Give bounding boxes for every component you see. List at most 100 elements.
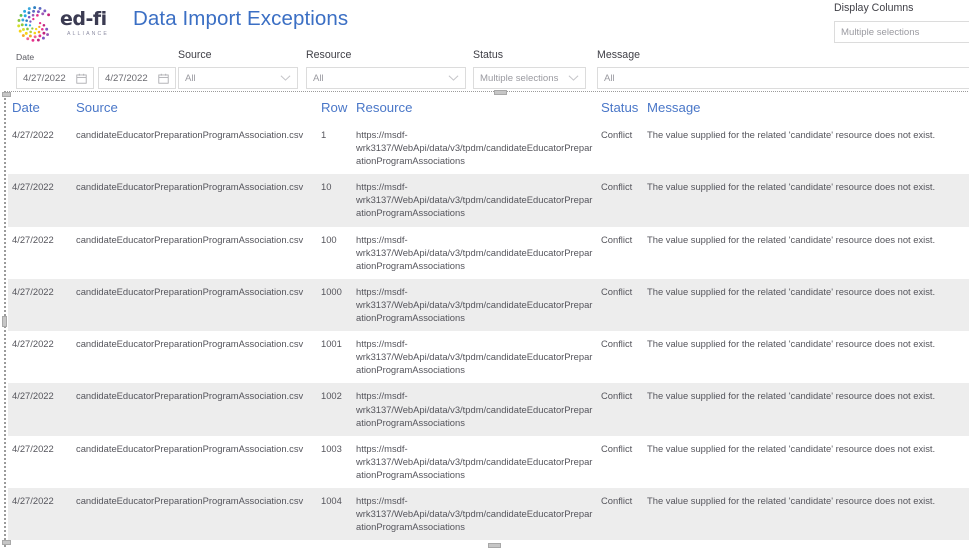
- cell-source: candidateEducatorPreparationProgramAssoc…: [76, 442, 304, 454]
- cell-source: candidateEducatorPreparationProgramAssoc…: [72, 383, 317, 436]
- status-filter-label: Status: [473, 49, 504, 61]
- cell-row: 100: [321, 233, 337, 245]
- cell-source: candidateEducatorPreparationProgramAssoc…: [72, 278, 317, 332]
- message-filter-label: Message: [597, 49, 640, 61]
- source-filter-dropdown[interactable]: All: [178, 67, 298, 89]
- cell-message: The value supplied for the related 'cand…: [643, 278, 969, 332]
- cell-message: The value supplied for the related 'cand…: [643, 487, 969, 541]
- cell-resource: https://msdf-wrk3137/WebApi/data/v3/tpdm…: [352, 383, 597, 436]
- table-row[interactable]: 4/27/2022candidateEducatorPreparationPro…: [8, 278, 969, 332]
- status-filter-dropdown[interactable]: Multiple selections: [473, 67, 586, 89]
- cell-date: 4/27/2022: [12, 129, 54, 140]
- table-row[interactable]: 4/27/2022candidateEducatorPreparationPro…: [8, 383, 969, 436]
- resource-filter-label: Resource: [306, 49, 352, 61]
- cell-message: The value supplied for the related 'cand…: [647, 233, 936, 245]
- table-row[interactable]: 4/27/2022candidateEducatorPreparationPro…: [8, 122, 969, 174]
- table-row[interactable]: 4/27/2022 candidateEducatorPreparationPro…: [8, 436, 969, 488]
- status-filter-value: Multiple selections: [480, 72, 559, 84]
- cell-date: 4/27/2022: [8, 174, 72, 227]
- cell-source: candidateEducatorPreparationProgramAssoc…: [72, 540, 317, 548]
- cell-row: 1003: [321, 442, 342, 454]
- report-page: ed-fi ALLIANCE Data Import Exceptions Di…: [0, 0, 969, 549]
- page-title: Data Import Exceptions: [133, 7, 349, 30]
- cell-row: 1005: [317, 540, 352, 548]
- chevron-down-icon: [280, 75, 291, 81]
- date-end-value: 4/27/2022: [105, 72, 148, 84]
- cell-resource: https://msdf-wrk3137/WebApi/data/v3/tpdm…: [356, 338, 593, 376]
- cell-message: The value supplied for the related 'cand…: [647, 442, 936, 454]
- table-row[interactable]: 4/27/2022candidateEducatorPreparationPro…: [8, 174, 969, 227]
- cell-date: 4/27/2022: [8, 487, 72, 541]
- resource-filter-dropdown[interactable]: All: [306, 67, 466, 89]
- cell-row: 10: [317, 174, 352, 227]
- calendar-icon: [76, 73, 87, 84]
- resize-handle-bottom-left[interactable]: [2, 540, 11, 545]
- cell-row: 1001: [321, 338, 342, 350]
- resize-handle-left[interactable]: [2, 316, 7, 327]
- cell-resource: https://msdf-wrk3137/WebApi/data/v3/tpdm…: [356, 442, 593, 480]
- cell-date: 4/27/2022: [8, 540, 72, 548]
- cell-source: candidateEducatorPreparationProgramAssoc…: [76, 338, 304, 350]
- cell-date: 4/27/2022: [8, 278, 72, 332]
- date-start-input[interactable]: 4/27/2022: [16, 67, 94, 89]
- display-columns-label: Display Columns: [834, 2, 914, 14]
- display-columns-value: Multiple selections: [841, 26, 920, 38]
- cell-message: The value supplied for the related 'cand…: [643, 174, 969, 227]
- column-header-source[interactable]: Source: [72, 96, 317, 122]
- cell-row: 1002: [317, 383, 352, 436]
- ed-fi-logo: ed-fi ALLIANCE: [14, 2, 126, 44]
- message-filter-value: All: [604, 72, 615, 84]
- calendar-icon: [158, 73, 169, 84]
- cell-status: Conflict: [601, 442, 633, 454]
- cell-row: 1004: [317, 487, 352, 541]
- table-row[interactable]: 4/27/2022 candidateEducatorPreparationPro…: [8, 331, 969, 383]
- display-columns-dropdown[interactable]: Multiple selections: [834, 21, 969, 43]
- cell-date: 4/27/2022: [8, 383, 72, 436]
- cell-source: candidateEducatorPreparationProgramAssoc…: [72, 487, 317, 541]
- table-header-row: Date Source Row Resource Status Message: [8, 96, 969, 122]
- resource-filter-value: All: [313, 72, 324, 84]
- date-end-input[interactable]: 4/27/2022: [98, 67, 176, 89]
- resize-handle-top[interactable]: [494, 90, 507, 95]
- cell-status: Conflict: [597, 174, 643, 227]
- column-header-message[interactable]: Message: [643, 96, 969, 122]
- cell-message: The value supplied for the related 'cand…: [643, 540, 969, 548]
- source-filter-label: Source: [178, 49, 212, 61]
- column-header-resource[interactable]: Resource: [352, 96, 597, 122]
- logo-subtitle: ALLIANCE: [67, 31, 109, 37]
- cell-message: The value supplied for the related 'cand…: [647, 129, 936, 140]
- cell-resource: https://msdf-wrk3137/WebApi/data/v3/tpdm…: [352, 487, 597, 541]
- column-header-row[interactable]: Row: [317, 96, 352, 122]
- cell-message: The value supplied for the related 'cand…: [643, 383, 969, 436]
- cell-date: 4/27/2022: [12, 338, 54, 350]
- cell-status: Conflict: [597, 540, 643, 548]
- cell-source: candidateEducatorPreparationProgramAssoc…: [76, 233, 304, 245]
- column-header-date[interactable]: Date: [8, 96, 72, 122]
- resize-handle-top-left[interactable]: [2, 92, 11, 97]
- table-row[interactable]: 4/27/2022candidateEducatorPreparationPro…: [8, 487, 969, 541]
- ed-fi-pinwheel-icon: [17, 6, 51, 42]
- cell-status: Conflict: [597, 383, 643, 436]
- cell-resource: https://msdf-wrk3137/WebApi/data/v3/tpdm…: [352, 540, 597, 548]
- cell-row: 1: [321, 129, 327, 140]
- cell-status: Conflict: [601, 129, 633, 140]
- message-filter-dropdown[interactable]: All: [597, 67, 969, 89]
- cell-status: Conflict: [601, 233, 633, 245]
- cell-status: Conflict: [601, 338, 633, 350]
- cell-status: Conflict: [597, 487, 643, 541]
- logo-name: ed-fi: [60, 8, 107, 30]
- cell-resource: https://msdf-wrk3137/WebApi/data/v3/tpdm…: [356, 233, 593, 271]
- exceptions-table[interactable]: Date Source Row Resource Status Message …: [8, 96, 969, 548]
- cell-resource: https://msdf-wrk3137/WebApi/data/v3/tpdm…: [352, 174, 597, 227]
- cell-resource: https://msdf-wrk3137/WebApi/data/v3/tpdm…: [352, 278, 597, 332]
- cell-date: 4/27/2022: [12, 233, 54, 245]
- resize-handle-bottom[interactable]: [488, 543, 501, 548]
- table-row[interactable]: 4/27/2022 candidateEducatorPreparationPro…: [8, 227, 969, 279]
- ed-fi-wordmark: ed-fi ALLIANCE: [60, 10, 126, 38]
- cell-row: 1000: [317, 278, 352, 332]
- source-filter-value: All: [185, 72, 196, 84]
- column-header-status[interactable]: Status: [597, 96, 643, 122]
- chevron-down-icon: [568, 75, 579, 81]
- cell-date: 4/27/2022: [12, 442, 54, 454]
- cell-source: candidateEducatorPreparationProgramAssoc…: [72, 174, 317, 227]
